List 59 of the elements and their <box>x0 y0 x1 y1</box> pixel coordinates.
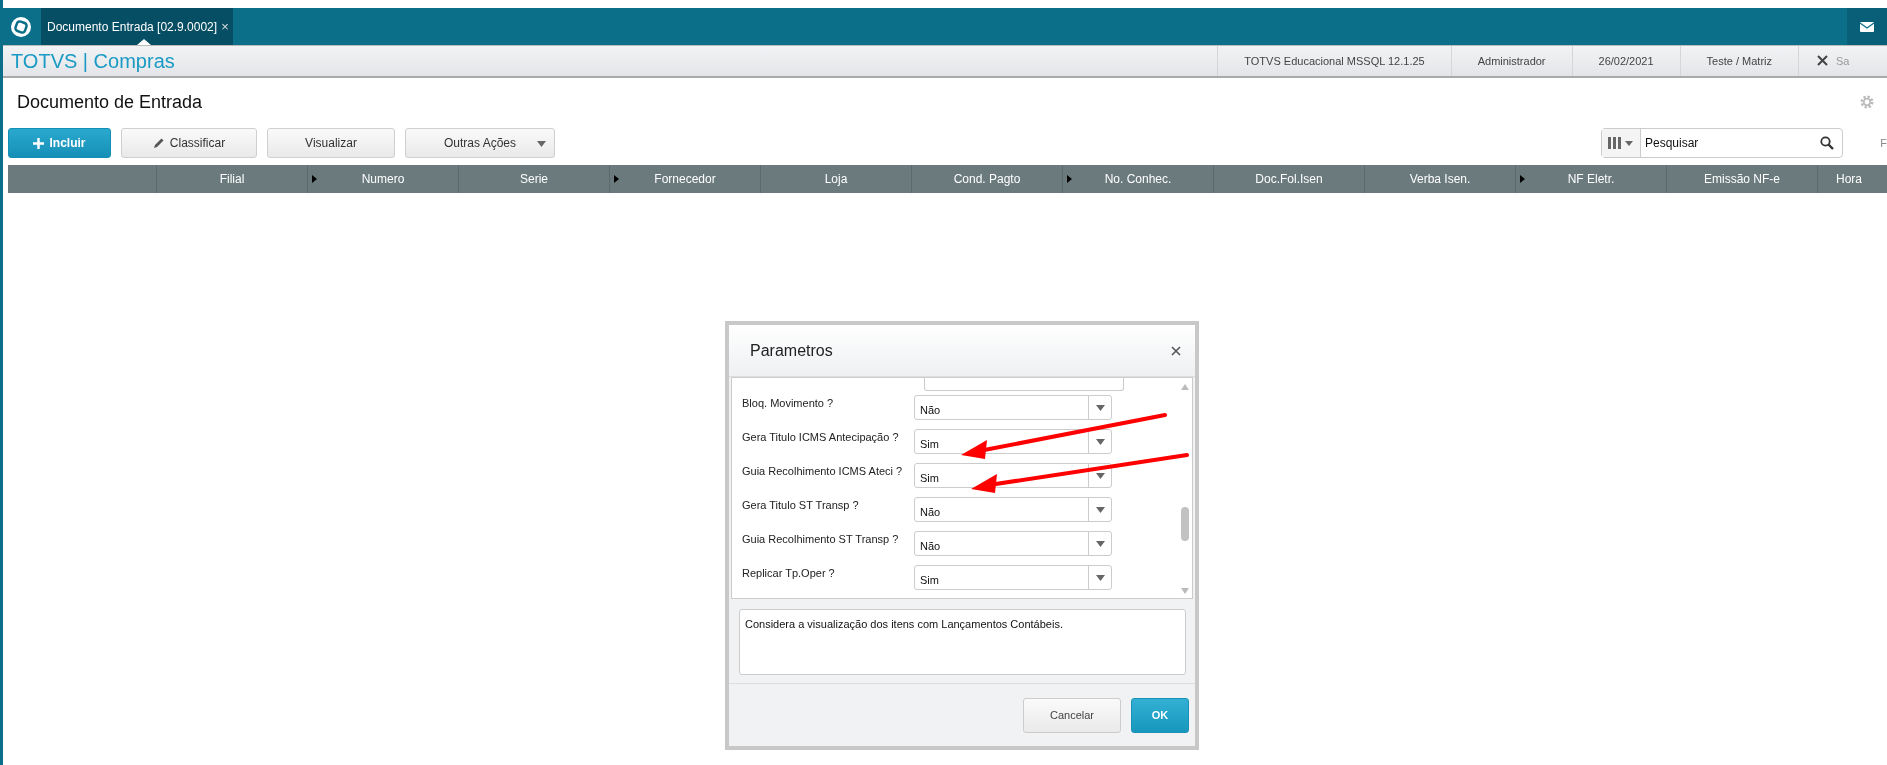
column-header[interactable]: Doc.Fol.Isen <box>1214 165 1365 193</box>
column-header[interactable]: Verba Isen. <box>1365 165 1516 193</box>
column-header[interactable]: Cond. Pagto <box>912 165 1063 193</box>
exit-link[interactable]: Sa <box>1836 55 1850 67</box>
pencil-icon <box>152 137 165 149</box>
dialog-button[interactable]: Cancelar <box>1023 697 1121 733</box>
description-box: Considera a visualização dos itens com Lançamentos Contábeis. <box>739 609 1186 675</box>
scrollbar-thumb[interactable] <box>1181 507 1189 541</box>
header-info: Teste / Matriz <box>1679 46 1798 76</box>
marker-icon <box>312 175 317 183</box>
column-header[interactable]: Emissão NF-e <box>1667 165 1818 193</box>
caret-icon <box>1095 506 1105 513</box>
parameter-label: Guia Recolhimento ICMS Ateci ? <box>742 464 904 477</box>
parameter-label: Bloq. Movimento ? <box>742 396 835 409</box>
dialog-button[interactable]: OK <box>1131 697 1189 733</box>
select-field[interactable]: Sim <box>914 565 1112 590</box>
page-title: Documento de Entrada <box>17 91 204 113</box>
plus-icon <box>33 137 45 149</box>
toolbar-button[interactable]: Visualizar <box>267 128 395 158</box>
column-header[interactable]: Filial <box>157 165 308 193</box>
column-header[interactable]: No. Conhec. <box>1063 165 1214 193</box>
header-info: TOTVS Educacional MSSQL 12.1.25 <box>1217 46 1451 76</box>
filter-label: F <box>1879 137 1887 149</box>
caret-icon <box>1095 438 1105 445</box>
column-header[interactable]: Serie <box>459 165 610 193</box>
marker-icon <box>614 175 619 183</box>
caret-icon <box>1095 472 1105 479</box>
dialog-title: Parametros <box>750 341 833 360</box>
parameter-label: Replicar Tp.Oper ? <box>742 566 836 579</box>
search-icon[interactable] <box>1820 136 1834 150</box>
caret-icon <box>537 141 546 147</box>
search-bar[interactable]: Pesquisar <box>1601 128 1843 158</box>
column-header[interactable]: Fornecedor <box>610 165 761 193</box>
header-info: Administrador <box>1450 46 1572 76</box>
header-info: 26/02/2021 <box>1571 46 1680 76</box>
caret-icon <box>1095 404 1105 411</box>
column-header[interactable]: Numero <box>308 165 459 193</box>
toolbar-button[interactable]: Outras Ações <box>405 128 555 158</box>
parameter-label: Gera Titulo ST Transp ? <box>742 498 860 511</box>
close-tab-button[interactable]: × <box>221 19 229 34</box>
column-header[interactable]: Hora <box>1818 165 1887 193</box>
close-icon[interactable] <box>1171 345 1181 356</box>
parameter-label: Gera Titulo ICMS Antecipação ? <box>742 430 900 443</box>
columns-icon[interactable] <box>1602 129 1641 157</box>
app-title: TOTVS | Compras <box>10 49 175 73</box>
document-tab[interactable]: Documento Entrada [02.9.0002] × <box>41 8 233 45</box>
mail-icon[interactable] <box>1847 8 1887 45</box>
caret-icon <box>1095 574 1105 581</box>
toolbar-button[interactable]: Incluir <box>8 128 111 158</box>
marker-icon <box>1520 175 1525 183</box>
toolbar-button[interactable]: Classificar <box>121 128 257 158</box>
select-field[interactable]: Não <box>914 497 1112 522</box>
marker-icon <box>1067 175 1072 183</box>
column-header[interactable]: Loja <box>761 165 912 193</box>
parameter-label: Guia Recolhimento ST Transp ? <box>742 532 900 545</box>
select-field[interactable]: Não <box>914 531 1112 556</box>
caret-icon <box>1095 540 1105 547</box>
column-header[interactable]: NF Eletr. <box>1516 165 1667 193</box>
select-field[interactable]: Não <box>914 395 1112 420</box>
